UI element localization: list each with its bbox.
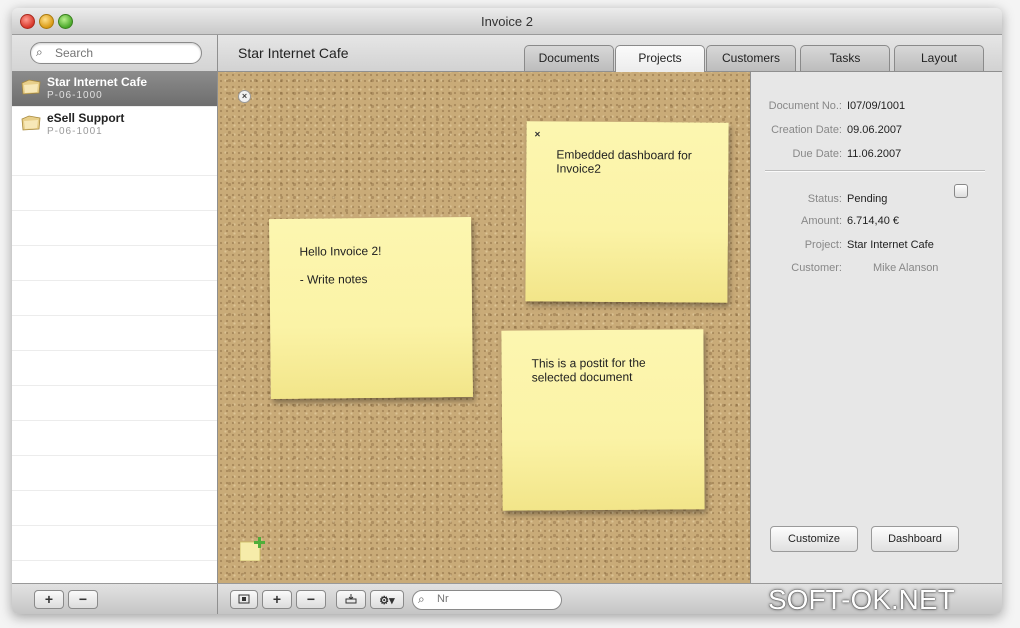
creation-date-value: 09.06.2007: [847, 124, 903, 136]
postit-text: Hello Invoice 2! - Write notes: [299, 243, 382, 287]
tab-documents[interactable]: Documents: [524, 45, 614, 71]
action-menu-button[interactable]: ⚙▾: [370, 590, 404, 609]
number-search-field[interactable]: ⌕: [412, 590, 562, 610]
divider: [765, 170, 985, 172]
remove-note-button[interactable]: −: [296, 590, 326, 609]
item-name: eSell Support: [47, 111, 125, 125]
customize-button[interactable]: Customize: [770, 526, 858, 552]
amount-label: Amount:: [801, 215, 842, 227]
creation-date-label: Creation Date:: [771, 124, 842, 136]
dashboard-button[interactable]: Dashboard: [871, 526, 959, 552]
status-value: Pending: [847, 193, 888, 205]
due-date-label: Due Date:: [792, 148, 842, 160]
list-item[interactable]: eSell Support P-06-1001: [12, 107, 217, 143]
document-details-panel: Document No.: I07/09/1001 Creation Date:…: [751, 72, 1002, 583]
empty-list-rows: [12, 141, 217, 581]
customer-label: Customer:: [791, 262, 842, 274]
due-date-value: 11.06.2007: [847, 148, 902, 160]
add-project-button[interactable]: +: [34, 590, 64, 609]
app-window: Invoice 2 ⌕ Star Internet Cafe P-06-1000: [12, 8, 1002, 614]
item-code: P-06-1001: [47, 126, 103, 137]
document-no-label: Document No.:: [768, 100, 842, 112]
search-icon: ⌕: [418, 592, 425, 606]
postit-note[interactable]: × Embedded dashboard for Invoice2: [525, 121, 729, 303]
content-header: Star Internet Cafe Documents Projects Cu…: [218, 35, 1002, 72]
tab-layout[interactable]: Layout: [894, 45, 984, 71]
list-item[interactable]: Star Internet Cafe P-06-1000: [12, 71, 217, 107]
tab-tasks[interactable]: Tasks: [800, 45, 890, 71]
add-note-button[interactable]: +: [262, 590, 292, 609]
new-note-icon[interactable]: [240, 537, 266, 561]
sidebar-search-input[interactable]: [53, 45, 197, 61]
postit-note[interactable]: This is a postit for the selected docume…: [501, 329, 705, 511]
print-icon: [345, 594, 357, 604]
postit-text: This is a postit for the selected docume…: [531, 355, 646, 385]
remove-project-button[interactable]: −: [68, 590, 98, 609]
project-label: Project:: [804, 239, 842, 251]
sidebar: ⌕ Star Internet Cafe P-06-1000 eSell Sup…: [12, 35, 218, 583]
item-name: Star Internet Cafe: [47, 75, 148, 89]
title-bar[interactable]: Invoice 2: [12, 8, 1002, 35]
postit-text: Embedded dashboard for Invoice2: [556, 147, 692, 176]
customer-value: Mike Alanson: [873, 262, 939, 274]
close-icon[interactable]: ×: [534, 128, 540, 142]
document-no-value: I07/09/1001: [847, 100, 906, 112]
search-icon: ⌕: [36, 45, 43, 59]
watermark: SOFT-OK.NET: [768, 584, 955, 615]
status-checkbox[interactable]: [954, 184, 968, 198]
folder-icon: [21, 115, 41, 131]
gear-icon: ⚙▾: [379, 595, 395, 607]
item-code: P-06-1000: [47, 90, 103, 101]
sidebar-search-field[interactable]: ⌕: [30, 42, 202, 64]
sidebar-search-bar: ⌕: [12, 35, 217, 72]
tab-customers[interactable]: Customers: [706, 45, 796, 71]
view-toggle-button[interactable]: [230, 590, 258, 609]
folder-icon: [21, 79, 41, 95]
tab-projects[interactable]: Projects: [615, 45, 705, 72]
postit-note[interactable]: Hello Invoice 2! - Write notes: [269, 216, 473, 400]
print-button[interactable]: [336, 590, 366, 609]
close-icon[interactable]: ×: [238, 90, 251, 103]
page-title: Star Internet Cafe: [238, 45, 349, 61]
number-search-input[interactable]: [435, 592, 559, 606]
frame-icon: [238, 594, 250, 604]
cork-board[interactable]: × Hello Invoice 2! - Write notes × Embed…: [218, 72, 751, 583]
window-title: Invoice 2: [480, 14, 534, 29]
status-label: Status:: [807, 193, 842, 205]
sidebar-bottom-bar: + −: [12, 583, 218, 614]
project-value: Star Internet Cafe: [847, 239, 934, 251]
amount-value: 6.714,40 €: [847, 215, 899, 227]
project-list: Star Internet Cafe P-06-1000 eSell Suppo…: [12, 71, 217, 143]
